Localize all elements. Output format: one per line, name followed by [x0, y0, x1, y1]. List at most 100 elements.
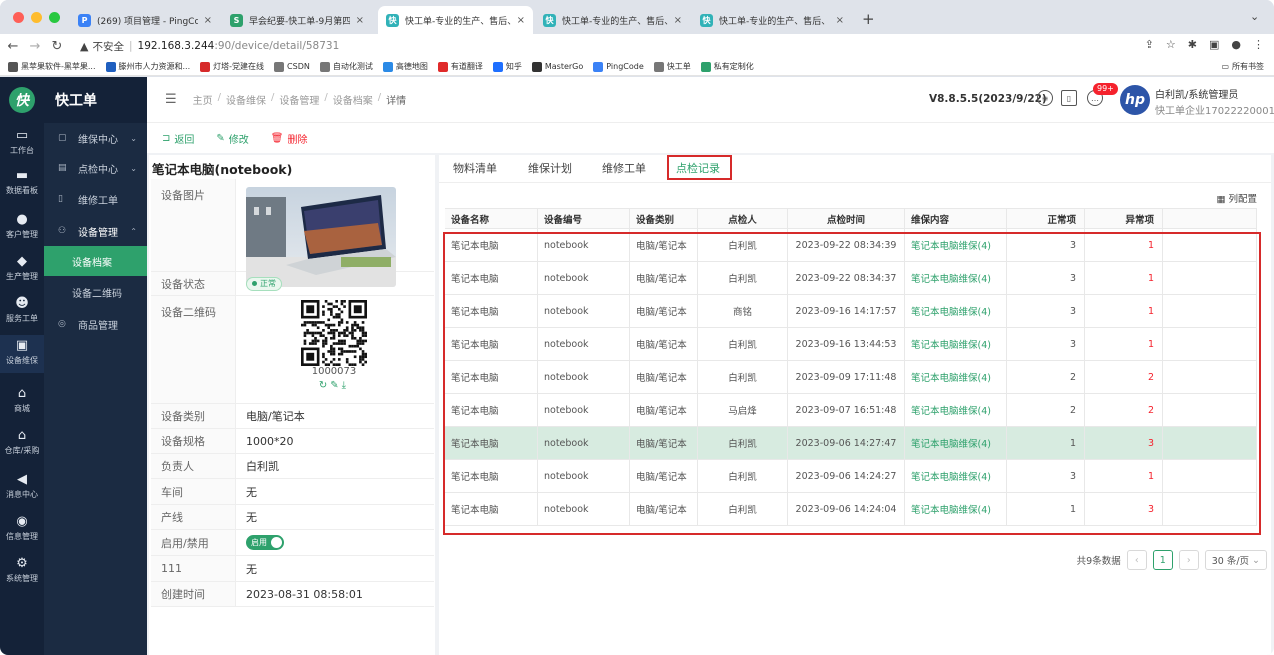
- table-cell[interactable]: 笔记本电脑维保(4): [905, 328, 1007, 360]
- refresh-icon[interactable]: ↻: [319, 380, 330, 391]
- submenu-item[interactable]: ▤ 点检中心 ⌄: [44, 153, 147, 183]
- browser-tab[interactable]: 快快工单-专业的生产、售后、维修 ×: [378, 6, 533, 34]
- rail-item[interactable]: ⌂ 仓库/采购: [0, 429, 44, 456]
- rail-item[interactable]: ◉ 信息管理: [0, 515, 44, 542]
- tab-bom[interactable]: 物料清单: [453, 160, 497, 176]
- rail-item[interactable]: ☻ 服务工单: [0, 297, 44, 324]
- minimize-window-dot[interactable]: [31, 12, 42, 23]
- share-icon[interactable]: ⇪: [1145, 38, 1154, 51]
- submenu-item[interactable]: 设备档案: [44, 246, 147, 276]
- page-size-select[interactable]: 30 条/页 ⌄: [1204, 550, 1267, 570]
- submenu-item[interactable]: ▢ 维保中心 ⌄: [44, 123, 147, 153]
- all-bookmarks[interactable]: ▭ 所有书签: [1221, 61, 1264, 72]
- avatar[interactable]: hp: [1120, 85, 1150, 115]
- submenu-item[interactable]: ▯ 维修工单: [44, 184, 147, 214]
- close-tab-icon[interactable]: ×: [674, 15, 682, 26]
- bookmark-item[interactable]: 私有定制化: [700, 61, 754, 72]
- back-button[interactable]: ⊐ 返回: [162, 131, 194, 146]
- browser-tab[interactable]: 快快工单-专业的生产、售后、维修 ×: [692, 6, 852, 34]
- close-tab-icon[interactable]: ×: [356, 15, 364, 26]
- bookmark-item[interactable]: 自动化测试: [319, 61, 373, 72]
- qr-code-image[interactable]: [301, 300, 367, 366]
- rail-item[interactable]: ● 客户管理: [0, 213, 44, 240]
- bookmark-item[interactable]: 高德地图: [382, 61, 428, 72]
- user-name[interactable]: 白利凯/系统管理员: [1155, 86, 1238, 101]
- rail-item[interactable]: ▬ 数据看板: [0, 169, 44, 196]
- rail-item[interactable]: ⌂ 商城: [0, 387, 44, 414]
- tab-maintenance-plan[interactable]: 维保计划: [528, 160, 572, 176]
- extensions-icon[interactable]: ✱: [1188, 38, 1197, 51]
- table-cell[interactable]: 笔记本电脑维保(4): [905, 361, 1007, 393]
- maximize-window-dot[interactable]: [49, 12, 60, 23]
- table-cell[interactable]: 笔记本电脑维保(4): [905, 394, 1007, 426]
- download-icon[interactable]: ⤓: [342, 380, 349, 391]
- bookmark-item[interactable]: 滕州市人力资源和...: [105, 61, 190, 72]
- table-cell[interactable]: 笔记本电脑维保(4): [905, 493, 1007, 525]
- tab-repair-orders[interactable]: 维修工单: [602, 160, 646, 176]
- browser-tab[interactable]: 快快工单-专业的生产、售后、维修 ×: [535, 6, 690, 34]
- browser-tab[interactable]: P (269) 项目管理 - PingCode ×: [70, 6, 220, 34]
- back-arrow-icon[interactable]: ←: [4, 39, 22, 54]
- bookmark-item[interactable]: 灯塔-党建在线: [200, 61, 264, 72]
- table-cell[interactable]: 笔记本电脑维保(4): [905, 295, 1007, 327]
- reload-icon[interactable]: ↻: [48, 39, 66, 54]
- table-row[interactable]: 笔记本电脑 notebook 电脑/笔记本 商铭 2023-09-16 14:17:57…: [445, 295, 1257, 328]
- table-cell[interactable]: 笔记本电脑维保(4): [905, 262, 1007, 294]
- table-row[interactable]: 笔记本电脑 notebook 电脑/笔记本 白利凯 2023-09-22 08:34:3…: [445, 229, 1257, 262]
- bookmark-item[interactable]: 快工单: [653, 61, 691, 72]
- bookmark-item[interactable]: 黑苹果软件-黑苹果...: [8, 61, 96, 72]
- browser-tab[interactable]: S 早会纪要-快工单-9月第四周 ×: [222, 6, 372, 34]
- breadcrumb-item[interactable]: 设备管理: [279, 92, 319, 107]
- bookmark-item[interactable]: 有道翻译: [437, 61, 483, 72]
- close-tab-icon[interactable]: ×: [204, 15, 212, 26]
- table-row[interactable]: 笔记本电脑 notebook 电脑/笔记本 白利凯 2023-09-22 08:34:3…: [445, 262, 1257, 295]
- table-row[interactable]: 笔记本电脑 notebook 电脑/笔记本 白利凯 2023-09-06 14:27:4…: [445, 427, 1257, 460]
- edit-qr-icon[interactable]: ✎: [330, 380, 341, 391]
- rail-item[interactable]: ◆ 生产管理: [0, 255, 44, 282]
- table-row[interactable]: 笔记本电脑 notebook 电脑/笔记本 白利凯 2023-09-16 13:44:5…: [445, 328, 1257, 361]
- table-cell[interactable]: 笔记本电脑维保(4): [905, 460, 1007, 492]
- new-tab-button[interactable]: +: [862, 10, 875, 28]
- menu-icon[interactable]: ⋮: [1253, 38, 1264, 51]
- table-cell[interactable]: 笔记本电脑维保(4): [905, 229, 1007, 261]
- close-tab-icon[interactable]: ×: [836, 15, 844, 26]
- edit-button[interactable]: ✎ 修改: [216, 131, 248, 146]
- rail-item[interactable]: ▣ 设备维保: [0, 335, 44, 373]
- close-window-dot[interactable]: [13, 12, 24, 23]
- rail-item[interactable]: ▭ 工作台: [0, 129, 44, 156]
- next-page-button[interactable]: ›: [1178, 550, 1199, 570]
- enable-toggle[interactable]: 启用: [246, 535, 284, 550]
- breadcrumb-item[interactable]: 主页: [193, 92, 213, 107]
- message-icon[interactable]: ≡: [1037, 90, 1053, 106]
- table-row[interactable]: 笔记本电脑 notebook 电脑/笔记本 马启烽 2023-09-07 16:51:4…: [445, 394, 1257, 427]
- breadcrumb-item[interactable]: 设备维保: [226, 92, 266, 107]
- address-bar[interactable]: ▲ 不安全 | 192.168.3.244 :90/device/detail/…: [70, 36, 1140, 56]
- delete-button[interactable]: 🗑 删除: [271, 131, 308, 146]
- close-tab-icon[interactable]: ×: [517, 15, 525, 26]
- rail-item[interactable]: ◀ 消息中心: [0, 473, 44, 500]
- column-config-button[interactable]: ▦ 列配置: [1216, 191, 1257, 205]
- bookmark-item[interactable]: 知乎: [492, 61, 522, 72]
- book-icon[interactable]: ▯: [1061, 90, 1077, 106]
- page-1-button[interactable]: 1: [1152, 550, 1173, 570]
- brand-logo[interactable]: 快 快工单: [0, 77, 147, 123]
- prev-page-button[interactable]: ‹: [1126, 550, 1147, 570]
- submenu-item[interactable]: ◎ 商品管理: [44, 309, 147, 339]
- submenu-item[interactable]: ⚇ 设备管理 ⌃: [44, 216, 147, 246]
- tab-search-icon[interactable]: ⌄: [1250, 10, 1259, 23]
- bookmark-item[interactable]: MasterGo: [531, 61, 583, 72]
- collapse-menu-icon[interactable]: ☰: [165, 92, 177, 107]
- profile-icon[interactable]: ●: [1231, 38, 1241, 51]
- forward-arrow-icon[interactable]: →: [26, 39, 44, 54]
- bookmark-item[interactable]: CSDN: [274, 61, 310, 72]
- breadcrumb-item[interactable]: 设备档案: [333, 92, 373, 107]
- table-row[interactable]: 笔记本电脑 notebook 电脑/笔记本 白利凯 2023-09-06 14:24:2…: [445, 460, 1257, 493]
- rail-item[interactable]: ⚙ 系统管理: [0, 557, 44, 584]
- star-icon[interactable]: ☆: [1166, 38, 1176, 51]
- sidebar-icon[interactable]: ▣: [1209, 38, 1219, 51]
- bookmark-item[interactable]: PingCode: [593, 61, 644, 72]
- table-cell[interactable]: 笔记本电脑维保(4): [905, 427, 1007, 459]
- table-row[interactable]: 笔记本电脑 notebook 电脑/笔记本 白利凯 2023-09-09 17:11:4…: [445, 361, 1257, 394]
- submenu-item[interactable]: 设备二维码: [44, 277, 147, 307]
- table-row[interactable]: 笔记本电脑 notebook 电脑/笔记本 白利凯 2023-09-06 14:24:0…: [445, 493, 1257, 526]
